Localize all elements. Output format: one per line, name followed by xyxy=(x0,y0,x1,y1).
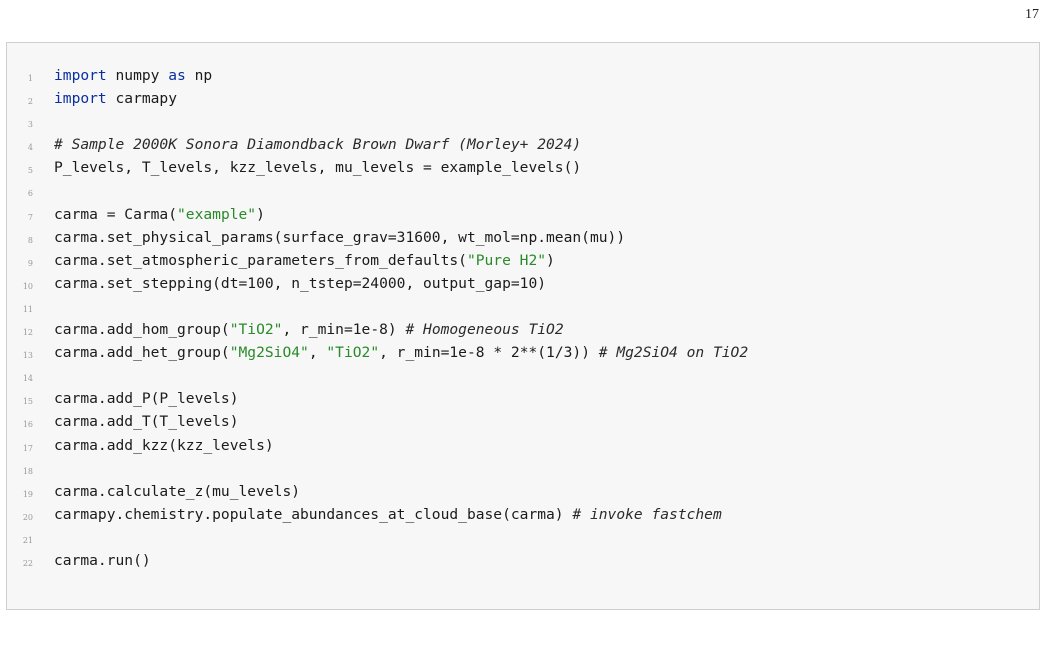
code-token: carma.set_physical_params(surface_grav=3… xyxy=(54,228,626,246)
code-line: 6 xyxy=(7,179,1039,202)
line-code: carma.add_kzz(kzz_levels) xyxy=(54,434,274,457)
code-token: ) xyxy=(256,205,265,223)
line-code: carma.add_T(T_levels) xyxy=(54,410,239,433)
code-line: 19 carma.calculate_z(mu_levels) xyxy=(7,480,1039,503)
code-line: 1 import numpy as np xyxy=(7,64,1039,87)
code-token: carma.set_stepping(dt=100, n_tstep=24000… xyxy=(54,274,547,292)
line-code: carma.run() xyxy=(54,549,151,572)
code-token: carma.set_atmospheric_parameters_from_de… xyxy=(54,251,467,269)
line-code: import carmapy xyxy=(54,87,177,110)
code-keyword: import xyxy=(54,90,107,108)
code-line: 17 carma.add_kzz(kzz_levels) xyxy=(7,434,1039,457)
code-line: 13 carma.add_het_group("Mg2SiO4", "TiO2",… xyxy=(7,341,1039,364)
line-number: 22 xyxy=(22,558,33,568)
code-line: 8 carma.set_physical_params(surface_grav=… xyxy=(7,226,1039,249)
code-comment: # Mg2SiO4 on TiO2 xyxy=(598,344,749,362)
code-line: 5 P_levels, T_levels, kzz_levels, mu_leve… xyxy=(7,156,1039,179)
code-lines: 1 import numpy as np 2 import carmapy 3 4 # Sa… xyxy=(7,64,1039,572)
code-keyword: import xyxy=(54,67,107,84)
code-token: carmapy.chemistry.populate_abundances_at… xyxy=(54,505,573,523)
code-keyword: as xyxy=(168,67,186,84)
line-code: carmapy.chemistry.populate_abundances_at… xyxy=(54,503,722,526)
line-code: import numpy as np xyxy=(54,64,212,87)
code-token: carma.add_T(T_levels) xyxy=(54,413,239,431)
code-token: carma.add_P(P_levels) xyxy=(54,390,239,408)
code-comment: # Sample 2000K Sonora Diamondback Brown … xyxy=(54,136,582,154)
line-code: # Sample 2000K Sonora Diamondback Brown … xyxy=(54,133,581,156)
code-token: numpy xyxy=(106,67,169,84)
code-string: "example" xyxy=(177,205,257,223)
code-line: 21 xyxy=(7,526,1039,549)
code-token: np xyxy=(185,67,213,84)
code-string: "Mg2SiO4" xyxy=(229,344,309,362)
code-line: 12 carma.add_hom_group("TiO2", r_min=1e-8… xyxy=(7,318,1039,341)
line-code: carma.calculate_z(mu_levels) xyxy=(54,480,300,503)
code-line: 15 carma.add_P(P_levels) xyxy=(7,387,1039,410)
code-line: 16 carma.add_T(T_levels) xyxy=(7,410,1039,433)
code-string: "TiO2" xyxy=(326,344,380,362)
code-token: P_levels, T_levels, kzz_levels, mu_level… xyxy=(54,159,582,177)
code-line: 20 carmapy.chemistry.populate_abundances_… xyxy=(7,503,1039,526)
page-number: 17 xyxy=(1025,7,1039,22)
code-token: carma.calculate_z(mu_levels) xyxy=(54,482,301,500)
code-comment: # Homogeneous TiO2 xyxy=(405,321,564,339)
code-token: ) xyxy=(546,251,555,269)
code-token: carma.run() xyxy=(54,551,151,569)
code-line: 14 xyxy=(7,364,1039,387)
code-string: "Pure H2" xyxy=(466,251,547,269)
code-line: 7 carma = Carma("example") xyxy=(7,203,1039,226)
code-token: carma.add_kzz(kzz_levels) xyxy=(54,436,274,454)
line-code: carma.set_atmospheric_parameters_from_de… xyxy=(54,249,555,272)
code-token: carma.add_hom_group( xyxy=(54,321,230,339)
code-line: 9 carma.set_atmospheric_parameters_from_d… xyxy=(7,249,1039,272)
code-line: 22 carma.run() xyxy=(7,549,1039,572)
code-token: , xyxy=(308,344,327,362)
code-token: , r_min=1e-8 * 2**(1/3)) xyxy=(379,344,599,362)
code-listing: 1 import numpy as np 2 import carmapy 3 4 # Sa… xyxy=(6,42,1040,610)
code-line: 2 import carmapy xyxy=(7,87,1039,110)
line-code: P_levels, T_levels, kzz_levels, mu_level… xyxy=(54,156,581,179)
line-code: carma.set_stepping(dt=100, n_tstep=24000… xyxy=(54,272,546,295)
code-token: carmapy xyxy=(106,90,178,108)
code-token: carma = Carma( xyxy=(54,205,178,223)
line-code: carma.set_physical_params(surface_grav=3… xyxy=(54,226,625,249)
line-code: carma.add_het_group("Mg2SiO4", "TiO2", r… xyxy=(54,341,748,364)
line-code: carma = Carma("example") xyxy=(54,203,265,226)
code-line: 18 xyxy=(7,457,1039,480)
code-line: 11 xyxy=(7,295,1039,318)
code-token: carma.add_het_group( xyxy=(54,344,230,362)
code-string: "TiO2" xyxy=(229,321,283,339)
line-code: carma.add_hom_group("TiO2", r_min=1e-8) … xyxy=(54,318,564,341)
line-code: carma.add_P(P_levels) xyxy=(54,387,239,410)
code-token: , r_min=1e-8) xyxy=(282,321,406,339)
code-line: 4 # Sample 2000K Sonora Diamondback Brown… xyxy=(7,133,1039,156)
code-line: 10 carma.set_stepping(dt=100, n_tstep=240… xyxy=(7,272,1039,295)
code-comment: # invoke fastchem xyxy=(572,505,722,523)
code-line: 3 xyxy=(7,110,1039,133)
